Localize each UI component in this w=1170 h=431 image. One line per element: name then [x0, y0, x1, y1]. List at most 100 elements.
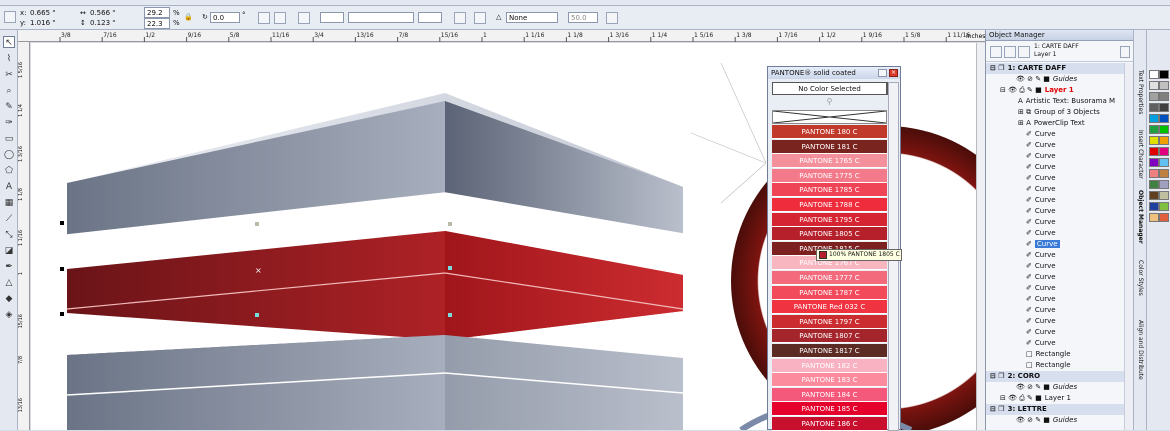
- tree-item-curve[interactable]: ✐ Curve: [1026, 173, 1056, 184]
- top-slab-shape[interactable]: [66, 93, 684, 236]
- tree-item-guides[interactable]: 👁 ⊘ ✎ ■ Guides: [1016, 382, 1077, 393]
- palette-swatch[interactable]: [1159, 92, 1169, 101]
- polygon-tool-icon[interactable]: ⬠: [3, 165, 15, 177]
- tree-item-curve[interactable]: ✐ Curve: [1026, 316, 1056, 327]
- tree-item-curve[interactable]: ✐ Curve: [1026, 272, 1056, 283]
- connector-tool-icon[interactable]: ⤡: [3, 229, 15, 241]
- height-field[interactable]: 0.123 ": [90, 18, 115, 28]
- pantone-swatch[interactable]: PANTONE 1775 C: [772, 168, 887, 183]
- convert-to-curves-icon[interactable]: [606, 12, 618, 24]
- pantone-swatch[interactable]: PANTONE 182 C: [772, 358, 887, 373]
- palette-swatch[interactable]: [1159, 202, 1169, 211]
- docker-tab-object-manager[interactable]: Object Manager: [1135, 190, 1146, 244]
- tree-item-item[interactable]: ⊞ ⧉ Group of 3 Objects: [1018, 107, 1100, 118]
- edit-across-layers-icon[interactable]: [1004, 46, 1016, 58]
- palette-swatch[interactable]: [1149, 158, 1159, 167]
- ellipse-tool-icon[interactable]: ◯: [3, 149, 15, 161]
- pantone-swatch[interactable]: PANTONE 1777 C: [772, 271, 887, 285]
- palette-swatch[interactable]: [1159, 136, 1169, 145]
- outline-tool-icon[interactable]: △: [3, 277, 15, 289]
- palette-swatch[interactable]: [1149, 169, 1159, 178]
- canvas-vertical-scrollbar[interactable]: [976, 43, 985, 430]
- align-icon[interactable]: [298, 12, 310, 24]
- eyedropper-icon[interactable]: ⚲: [772, 97, 887, 109]
- tree-item-curve[interactable]: ✐ Curve: [1026, 151, 1056, 162]
- palette-swatch[interactable]: [1149, 114, 1159, 123]
- tree-item-curve[interactable]: ✐ Curve: [1026, 195, 1056, 206]
- palette-swatch[interactable]: [1159, 169, 1169, 178]
- tree-item-curve[interactable]: ✐ Curve: [1026, 250, 1056, 261]
- pantone-swatch[interactable]: PANTONE Red 032 C: [772, 300, 887, 315]
- tree-item-guides[interactable]: 👁 ⊘ ✎ ■ Guides: [1016, 415, 1077, 426]
- palette-swatch[interactable]: [1149, 180, 1159, 189]
- crop-tool-icon[interactable]: ✂: [3, 69, 15, 81]
- color-select-dropdown[interactable]: No Color Selected: [772, 82, 887, 95]
- tree-item-rect[interactable]: □ Rectangle: [1026, 349, 1071, 360]
- shape-tool-icon[interactable]: ⌇: [3, 53, 15, 65]
- tree-item-guides[interactable]: 👁 ⊘ ✎ ■ Guides: [1016, 74, 1077, 85]
- palette-swatch[interactable]: [1159, 147, 1169, 156]
- tree-item-curve[interactable]: ✐ Curve: [1026, 261, 1056, 272]
- pantone-swatch[interactable]: PANTONE 1795 C: [772, 212, 887, 227]
- tree-item-curve[interactable]: ✐ Curve: [1026, 239, 1060, 250]
- opacity-field[interactable]: 50.0: [568, 12, 598, 23]
- docker-tab-color-styles[interactable]: Color Styles: [1135, 260, 1146, 296]
- scale-height-field[interactable]: 22.3: [144, 18, 170, 29]
- horizontal-ruler[interactable]: 3/8 7/16 1/2 9/16 5/8 11/16 3/4 13/16 7/8 15/16 1 1…: [18, 30, 985, 42]
- y-position-field[interactable]: 1.016 ": [30, 18, 55, 28]
- bottom-slab-shape[interactable]: [66, 335, 684, 430]
- interactive-tool-icon[interactable]: ◪: [3, 245, 15, 257]
- pantone-swatch[interactable]: PANTONE 184 C: [772, 387, 887, 402]
- dimension-tool-icon[interactable]: ⟋: [3, 213, 15, 225]
- tree-item-curve[interactable]: ✐ Curve: [1026, 228, 1056, 239]
- scale-width-field[interactable]: 29.2: [144, 7, 170, 18]
- arrow-end-dropdown[interactable]: [418, 12, 442, 23]
- tree-item-page[interactable]: ⊟ ❐ 3: LETTRE: [986, 404, 1124, 415]
- rectangle-tool-icon[interactable]: ▭: [3, 133, 15, 145]
- palette-swatch[interactable]: [1159, 81, 1169, 90]
- palette-swatch[interactable]: [1159, 158, 1169, 167]
- rotation-field[interactable]: 0.0: [210, 12, 240, 23]
- text-tool-icon[interactable]: A: [3, 181, 15, 193]
- x-position-field[interactable]: 0.665 ": [30, 8, 55, 18]
- palette-swatch[interactable]: [1149, 92, 1159, 101]
- pantone-swatch[interactable]: PANTONE 1807 C: [772, 329, 887, 344]
- palette-swatch[interactable]: [1149, 147, 1159, 156]
- pantone-swatch[interactable]: PANTONE 1765 C: [772, 154, 887, 169]
- pantone-swatch[interactable]: PANTONE 1788 C: [772, 198, 887, 212]
- palette-swatch[interactable]: [1149, 125, 1159, 134]
- fill-tool-icon[interactable]: ◆: [3, 293, 15, 305]
- pantone-swatch[interactable]: PANTONE 1817 C: [772, 344, 887, 358]
- pantone-swatch[interactable]: PANTONE 1785 C: [772, 183, 887, 198]
- palette-swatch[interactable]: [1149, 103, 1159, 112]
- tree-item-curve[interactable]: ✐ Curve: [1026, 338, 1056, 349]
- palette-swatch[interactable]: [1149, 70, 1159, 79]
- palette-swatch[interactable]: [1159, 125, 1169, 134]
- tree-item-curve[interactable]: ✐ Curve: [1026, 140, 1056, 151]
- tree-item-curve[interactable]: ✐ Curve: [1026, 283, 1056, 294]
- palette-swatch[interactable]: [1159, 70, 1169, 79]
- pick-tool-icon[interactable]: ↖: [3, 36, 15, 48]
- tree-item-curve[interactable]: ✐ Curve: [1026, 327, 1056, 338]
- docker-tab-align-and-distribute[interactable]: Align and Distribute: [1135, 320, 1146, 380]
- pantone-swatch[interactable]: PANTONE 186 C: [772, 417, 887, 431]
- tree-item-curve[interactable]: ✐ Curve: [1026, 184, 1056, 195]
- tree-item-curve[interactable]: ✐ Curve: [1026, 217, 1056, 228]
- mirror-vertical-icon[interactable]: [274, 12, 286, 24]
- docker-tab-insert-character[interactable]: Insert Character: [1135, 130, 1146, 179]
- lock-ratio-icon[interactable]: 🔒: [184, 12, 193, 22]
- palette-swatch[interactable]: [1159, 114, 1169, 123]
- corner-style-dropdown[interactable]: [320, 12, 344, 23]
- zoom-tool-icon[interactable]: ⌕: [3, 85, 15, 97]
- wrap-text-icon[interactable]: [454, 12, 466, 24]
- tree-item-item[interactable]: A Artistic Text: Busorama M: [1018, 96, 1115, 107]
- tree-item-curve[interactable]: ✐ Curve: [1026, 305, 1056, 316]
- palette-swatch[interactable]: [1149, 202, 1159, 211]
- outline-width-dropdown[interactable]: None: [506, 12, 558, 23]
- tree-item-page[interactable]: ⊟ ❐ 1: CARTE DAFF: [986, 63, 1124, 74]
- object-manager-menu-icon[interactable]: [1120, 46, 1130, 58]
- pantone-swatch[interactable]: PANTONE 1797 C: [772, 314, 887, 329]
- pantone-swatch[interactable]: PANTONE 180 C: [772, 125, 887, 139]
- docker-tab-text-properties[interactable]: Text Properties: [1135, 70, 1146, 114]
- eyedropper-tool-icon[interactable]: ✒: [3, 261, 15, 273]
